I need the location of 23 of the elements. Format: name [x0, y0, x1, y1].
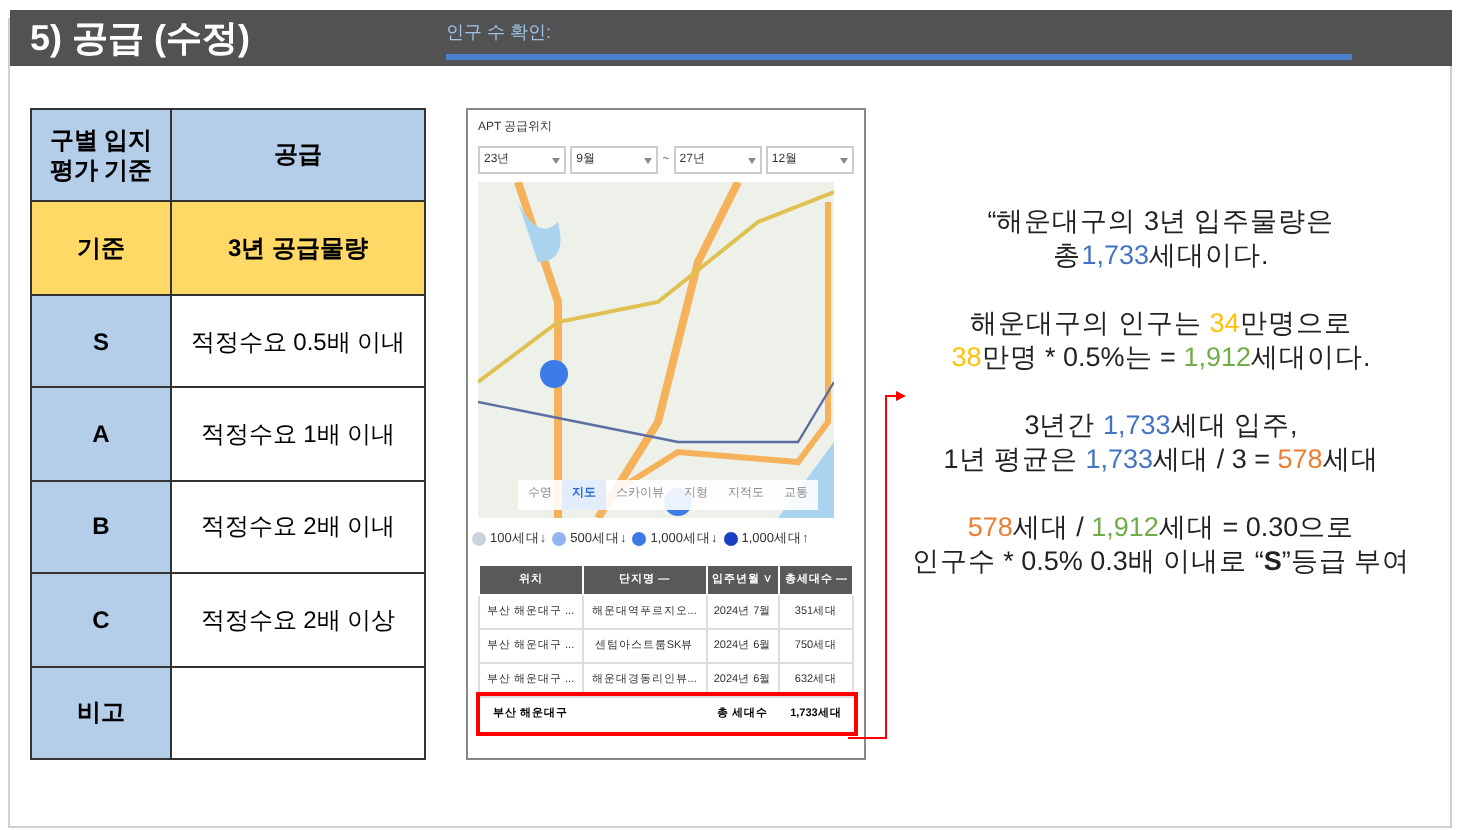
table-cell: 적정수요 2배 이내: [171, 480, 425, 574]
caret-icon: [644, 157, 653, 163]
slide-title: 5) 공급 (수정): [30, 16, 250, 60]
explanation-paragraph: 3년간 1,733세대 입주, 1년 평균은 1,733세대 / 3 = 578세대: [943, 408, 1379, 476]
caret-icon: [552, 157, 561, 163]
explanation-paragraph: 해운대구의 인구는 34만명으로 38만명 * 0.5%는 = 1,912세대이다.: [951, 306, 1371, 374]
row-label-cell: 비고: [31, 666, 171, 759]
table-header-cell: 구별 입지 평가 기준: [31, 109, 171, 202]
caret-icon: [747, 157, 756, 163]
row-label-cell: S: [31, 294, 171, 388]
note-label: 인구 수 확인:: [446, 22, 554, 44]
table-cell: 3년 공급물량: [171, 201, 425, 295]
explanation-paragraph: 578세대 / 1,912세대 = 0.30으로 인구수 * 0.5% 0.3배 이내로 “S”등급 부여: [911, 510, 1411, 578]
row-label-cell: A: [31, 387, 171, 481]
row-label-cell: 기준: [31, 201, 171, 295]
explanation-paragraph: “해운대구의 3년 입주물량은 총1,733세대이다.: [987, 204, 1335, 272]
caret-icon: [840, 157, 849, 163]
table-cell: 적정수요 1배 이내: [171, 387, 425, 481]
row-label-cell: C: [31, 573, 171, 667]
table-header-cell: 공급: [171, 109, 425, 202]
row-label-cell: B: [31, 480, 171, 574]
table-cell: 적정수요 0.5배 이내: [171, 294, 425, 388]
table-cell: 적정수요 2배 이상: [171, 573, 425, 667]
